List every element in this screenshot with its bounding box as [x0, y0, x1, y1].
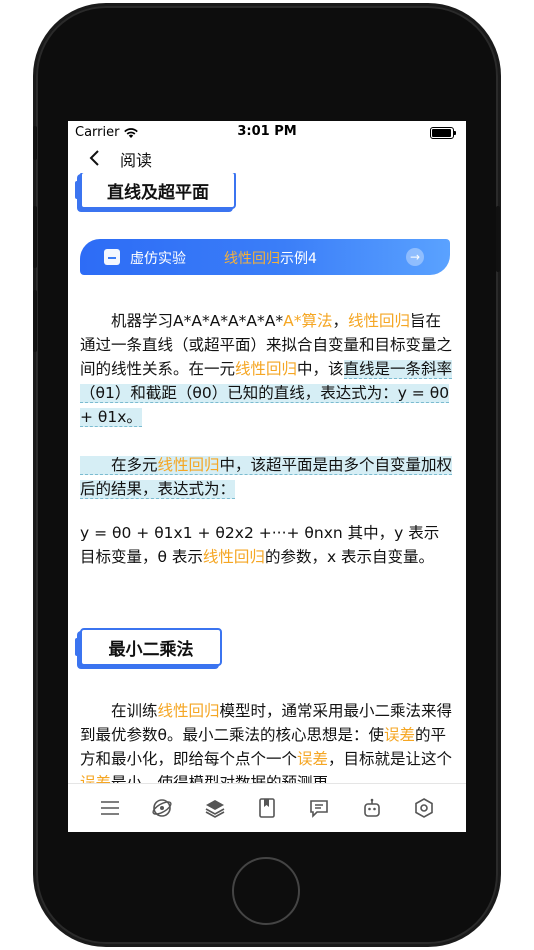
term-link[interactable]: 误差: [297, 750, 328, 768]
status-time: 3:01 PM: [237, 124, 297, 139]
bottom-toolbar: [68, 783, 466, 832]
section-title-line: 直线及超平面: [75, 173, 236, 209]
term-link[interactable]: 线性回归: [348, 312, 410, 330]
back-button[interactable]: [82, 147, 106, 169]
term-link[interactable]: 误差: [80, 774, 111, 783]
tab-chat[interactable]: [306, 795, 332, 821]
paragraph-1: 机器学习A*A*A*A*A*A*A*算法，线性回归旨在通过一条直线（或超平面）来…: [80, 312, 453, 427]
banner-link[interactable]: 线性回归示例4: [224, 248, 317, 268]
explore-icon: [152, 799, 173, 817]
home-button[interactable]: [232, 857, 300, 925]
lab-icon: [104, 249, 120, 265]
status-bar: Carrier 3:01 PM: [68, 121, 466, 143]
layers-icon: [205, 800, 225, 818]
chevron-left-icon: [89, 150, 99, 166]
menu-icon: [101, 801, 120, 815]
term-link[interactable]: 线性回归: [235, 360, 297, 378]
chat-icon: [310, 800, 329, 818]
robot-icon: [363, 798, 380, 817]
tab-robot[interactable]: [359, 795, 385, 821]
tab-explore[interactable]: [149, 795, 175, 821]
volume-up-button: [33, 206, 37, 268]
paragraph-4: 在训练线性回归模型时，通常采用最小二乘法来得到最优参数θ。最小二乘法的核心思想是…: [80, 699, 454, 783]
page-title: 阅读: [120, 151, 153, 170]
arrow-right-icon[interactable]: →: [406, 248, 424, 266]
nav-bar: 阅读: [68, 143, 466, 173]
paragraph-3: y = θ0 + θ1x1 + θ2x2 +···+ θnxn 其中，y 表示目…: [80, 524, 440, 566]
article-content[interactable]: 直线及超平面 虚仿实验 线性回归示例4 → 机器学习A*A*A*A*A*A*A*…: [68, 173, 466, 783]
tab-book[interactable]: [254, 795, 280, 821]
term-link[interactable]: 误差: [384, 726, 415, 744]
volume-down-button: [33, 290, 37, 352]
mute-switch: [33, 126, 37, 160]
highlighted-text[interactable]: 在多元线性回归中，该超平面是由多个自变量加权后的结果，表达式为：: [80, 456, 453, 499]
settings-icon: [415, 798, 433, 818]
tab-menu[interactable]: [97, 795, 123, 821]
screen: Carrier 3:01 PM 阅读 直线及超平面 虚仿实验 线性回归示例4 →…: [68, 121, 466, 832]
term-link[interactable]: 线性回归: [203, 548, 265, 566]
tab-layers[interactable]: [202, 795, 228, 821]
term-link[interactable]: 线性回归: [158, 702, 220, 720]
virtual-lab-banner[interactable]: 虚仿实验 线性回归示例4 →: [80, 239, 450, 275]
section-title-least-squares: 最小二乘法: [75, 628, 222, 666]
paragraph-2: 在多元线性回归中，该超平面是由多个自变量加权后的结果，表达式为：: [80, 453, 454, 501]
banner-label: 虚仿实验: [130, 251, 186, 267]
tab-settings[interactable]: [411, 795, 437, 821]
power-button: [496, 206, 500, 272]
battery-icon: [430, 127, 456, 139]
book-icon: [259, 798, 275, 818]
term-link[interactable]: 线性回归: [158, 456, 220, 474]
